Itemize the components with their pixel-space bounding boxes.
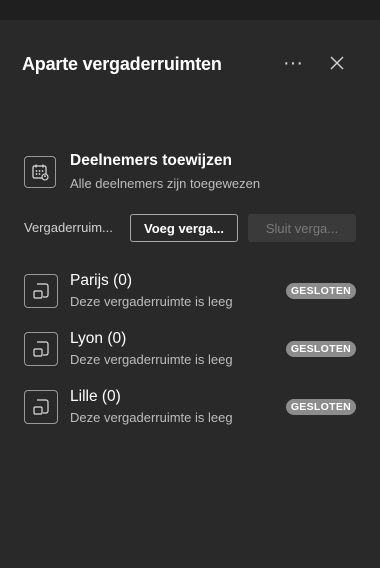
room-name: Lyon (0) <box>70 330 127 347</box>
room-name: Parijs (0) <box>70 272 133 289</box>
room-item-lille[interactable]: Lille (0) Deze vergaderruimte is leeg GE… <box>24 386 356 426</box>
assign-title: Deelnemers toewijzen <box>70 152 232 169</box>
status-badge: GESLOTEN <box>285 341 356 357</box>
rooms-label: Vergaderruim... <box>24 220 113 235</box>
add-room-button[interactable]: Voeg verga... <box>130 214 238 242</box>
room-icon <box>33 399 49 415</box>
room-status: Deze vergaderruimte is leeg <box>70 410 233 425</box>
assign-participants-item[interactable]: Deelnemers toewijzen Alle deelnemers zij… <box>24 152 354 192</box>
assign-subtitle: Alle deelnemers zijn toegewezen <box>70 176 261 191</box>
calendar-assign-icon <box>32 164 49 181</box>
more-options-button[interactable]: ··· <box>278 50 308 76</box>
room-icon <box>33 341 49 357</box>
room-item-parijs[interactable]: Parijs (0) Deze vergaderruimte is leeg G… <box>24 270 356 310</box>
close-rooms-button: Sluit verga... <box>248 214 356 242</box>
room-status: Deze vergaderruimte is leeg <box>70 294 233 309</box>
status-badge: GESLOTEN <box>285 399 356 415</box>
room-status: Deze vergaderruimte is leeg <box>70 352 233 367</box>
room-icon-frame <box>24 332 58 366</box>
assign-icon-frame <box>24 156 56 188</box>
status-badge: GESLOTEN <box>285 283 356 299</box>
panel-title: Aparte vergaderruimten <box>22 54 222 74</box>
window-top-strip <box>0 0 380 20</box>
room-item-lyon[interactable]: Lyon (0) Deze vergaderruimte is leeg GES… <box>24 328 356 368</box>
room-icon-frame <box>24 274 58 308</box>
room-icon <box>33 283 49 299</box>
close-button[interactable] <box>324 50 350 76</box>
close-icon <box>330 56 344 70</box>
room-name: Lille (0) <box>70 388 121 405</box>
room-icon-frame <box>24 390 58 424</box>
